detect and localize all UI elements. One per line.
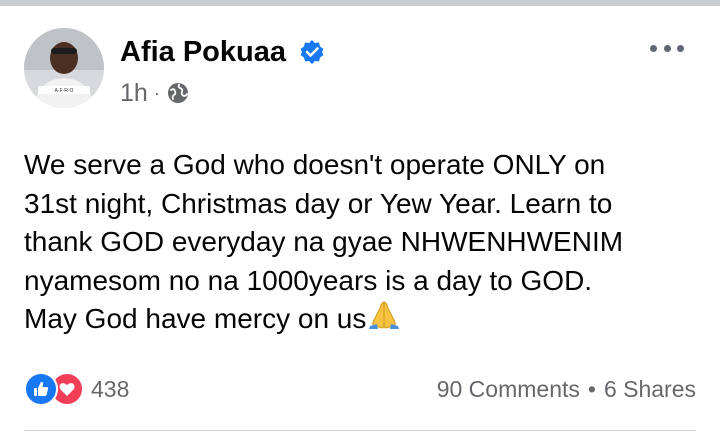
post-text-line: May God have mercy on us <box>24 303 367 334</box>
post-card: A·F·R·O Afia Pokuaa 1h · We serve a God … <box>0 6 720 435</box>
post-text-line: thank GOD everyday na gyae NHWENHWENIM <box>24 226 624 257</box>
comments-link[interactable]: 90 Comments <box>437 376 580 403</box>
post-text-line-last: May God have mercy on us <box>24 300 714 339</box>
thumbs-up-glyph <box>34 381 49 396</box>
engagement-stats: 90 Comments • 6 Shares <box>437 376 696 403</box>
more-dot <box>663 44 671 52</box>
stats-separator: • <box>587 376 596 402</box>
action-divider <box>24 430 696 431</box>
shares-link[interactable]: 6 Shares <box>604 376 696 403</box>
author-avatar[interactable]: A·F·R·O <box>24 28 104 108</box>
author-name[interactable]: Afia Pokuaa <box>120 35 286 69</box>
post-text: We serve a God who doesn't operate ONLY … <box>24 146 714 339</box>
post-text-line: nyamesom no na 1000years is a day to GOD… <box>24 264 593 296</box>
avatar-image: A·F·R·O <box>24 28 104 108</box>
like-icon <box>24 372 58 406</box>
globe-icon <box>167 83 188 103</box>
post-timestamp[interactable]: 1h <box>120 79 148 108</box>
post-meta: 1h · <box>120 78 189 108</box>
post-text-line: 31st night, Christmas day or Yew Year. L… <box>24 187 613 219</box>
svg-text:A·F·R·O: A·F·R·O <box>55 88 74 94</box>
reactions-summary[interactable]: 438 <box>24 372 129 406</box>
reaction-count: 438 <box>91 375 130 402</box>
more-options-button[interactable] <box>650 40 684 56</box>
meta-separator: · <box>153 82 160 103</box>
post-text-line: We serve a God who doesn't operate ONLY … <box>24 149 606 180</box>
verified-badge-icon <box>300 40 324 64</box>
more-dot <box>677 44 684 52</box>
folded-hands-icon <box>369 301 400 329</box>
heart-glyph <box>59 383 75 396</box>
more-dot <box>650 44 657 52</box>
